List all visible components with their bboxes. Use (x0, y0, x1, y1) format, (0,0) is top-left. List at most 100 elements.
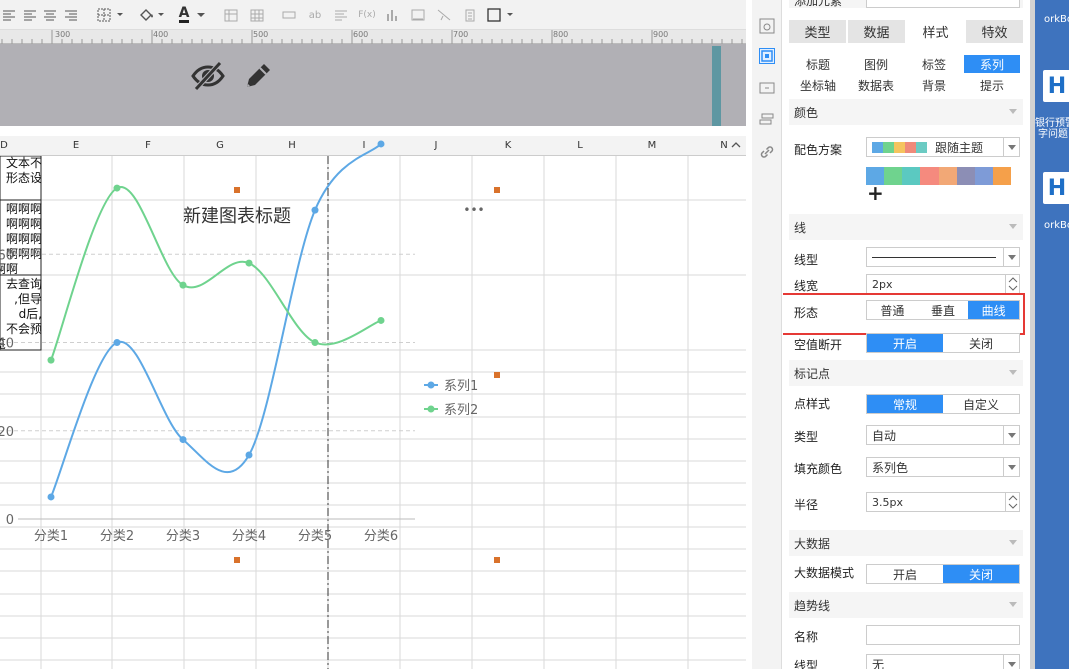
add-color-button[interactable]: + (867, 181, 884, 205)
list-icon[interactable] (462, 6, 478, 24)
section-big-data[interactable]: 大数据 (789, 530, 1023, 556)
line-width-stepper[interactable]: 2px (866, 274, 1020, 294)
big-data-on-option[interactable]: 开启 (867, 565, 943, 583)
palette-swatch[interactable] (920, 167, 939, 185)
shape-vertical-option[interactable]: 垂直 (918, 301, 969, 319)
tab-style[interactable]: 样式 (907, 20, 964, 43)
chart-title[interactable]: 新建图表标题 (183, 206, 291, 227)
subtab-axis[interactable]: 坐标轴 (790, 76, 846, 94)
workbook-file-icon[interactable]: H (1043, 172, 1069, 204)
add-element-field[interactable] (866, 0, 1020, 8)
palette-swatch[interactable] (938, 167, 957, 185)
series-point[interactable] (245, 259, 253, 267)
image-icon[interactable] (410, 6, 426, 24)
tab-effect[interactable]: 特效 (966, 20, 1023, 43)
tab-data[interactable]: 数据 (848, 20, 905, 43)
resize-handle[interactable] (234, 557, 240, 563)
series-point[interactable] (113, 339, 121, 346)
series-point[interactable] (113, 184, 121, 192)
stepper-arrows-icon[interactable] (1005, 493, 1019, 511)
trend-type-select[interactable]: 无 (866, 654, 1020, 669)
paragraph-icon[interactable] (333, 6, 349, 24)
hide-eye-icon[interactable] (190, 59, 226, 93)
series-point[interactable] (179, 436, 187, 444)
align-right-icon[interactable] (64, 6, 78, 24)
subtab-tooltip[interactable]: 提示 (964, 76, 1020, 94)
radius-stepper[interactable]: 3.5px (866, 492, 1020, 512)
formula-icon[interactable]: F(x) (357, 6, 377, 24)
link-icon[interactable] (759, 144, 775, 160)
line-type-select[interactable] (866, 247, 1020, 267)
big-data-off-option[interactable]: 关闭 (943, 565, 1019, 583)
point-style-normal-option[interactable]: 常规 (867, 395, 943, 413)
series-point[interactable] (179, 281, 187, 289)
shape-normal-option[interactable]: 普通 (867, 301, 918, 319)
legend-label[interactable]: 系列1 (444, 379, 478, 394)
fill-color-select[interactable]: 系列色 (866, 457, 1020, 477)
resize-handle[interactable] (234, 187, 240, 193)
palette-swatch[interactable] (902, 167, 921, 185)
desktop-icon-label: 字问题 (1038, 129, 1068, 140)
subtab-legend[interactable]: 图例 (848, 55, 904, 73)
font-color-icon[interactable]: A (176, 6, 210, 24)
merge-icon[interactable] (281, 6, 297, 24)
color-scheme-label: 配色方案 (794, 143, 843, 157)
marker-type-select[interactable]: 自动 (866, 425, 1020, 445)
line-chart[interactable]: 新建图表标题 ••• 0 20 40 60 分类1 分类2 分类3 分类4 分类5 分类6 系列1… (0, 136, 746, 669)
series-point[interactable] (311, 339, 319, 346)
palette-swatch[interactable] (974, 167, 993, 185)
color-scheme-select[interactable]: 跟随主题 (866, 137, 1020, 157)
fill-color-icon[interactable] (137, 6, 167, 24)
widget-settings-icon[interactable] (759, 18, 775, 34)
tab-type[interactable]: 类型 (789, 20, 846, 43)
scheme-swatch (894, 141, 905, 153)
frame-border-icon[interactable] (486, 6, 518, 24)
section-color[interactable]: 颜色 (789, 99, 1023, 125)
resize-handle[interactable] (494, 187, 500, 193)
palette-swatch[interactable] (884, 167, 903, 185)
subtab-label[interactable]: 标签 (906, 55, 962, 73)
stepper-arrows-icon[interactable] (1005, 275, 1019, 293)
align-center-icon[interactable] (43, 6, 57, 24)
shape-curve-option[interactable]: 曲线 (968, 301, 1020, 319)
point-style-custom-option[interactable]: 自定义 (943, 395, 1019, 413)
series-point[interactable] (245, 451, 253, 459)
panel-splitter[interactable] (712, 46, 721, 126)
subtab-datasheet[interactable]: 数据表 (848, 76, 904, 94)
resize-handle[interactable] (494, 557, 500, 563)
text-tool-icon[interactable]: ab (305, 6, 325, 24)
chart-more-menu[interactable]: ••• (463, 203, 484, 217)
series-point[interactable] (47, 356, 55, 364)
null-break-on-option[interactable]: 开启 (867, 334, 943, 352)
legend-label[interactable]: 系列2 (444, 403, 478, 418)
table-icon[interactable] (249, 6, 265, 24)
section-marker[interactable]: 标记点 (789, 360, 1023, 386)
edit-pencil-icon[interactable] (242, 59, 274, 91)
cell-icon[interactable] (223, 6, 239, 24)
layers-icon[interactable] (759, 112, 775, 128)
cell-element-icon[interactable] (759, 48, 775, 64)
subtab-title[interactable]: 标题 (790, 55, 846, 73)
series-point[interactable] (377, 140, 385, 148)
bar-chart-icon[interactable] (384, 6, 400, 24)
subtab-series[interactable]: 系列 (964, 55, 1020, 73)
slash-icon[interactable] (436, 6, 452, 24)
trend-name-input[interactable] (866, 625, 1020, 645)
null-break-off-option[interactable]: 关闭 (943, 334, 1019, 352)
align-left-icon[interactable] (2, 6, 16, 24)
section-trend-line[interactable]: 趋势线 (789, 592, 1023, 618)
series-point[interactable] (311, 206, 319, 214)
align-left-text-icon[interactable] (23, 6, 37, 24)
add-element-label: 添加元素 (794, 0, 843, 8)
x-tick-label: 分类6 (364, 529, 398, 544)
series-point[interactable] (377, 316, 385, 324)
subtab-background[interactable]: 背景 (906, 76, 962, 94)
resize-handle[interactable] (494, 372, 500, 378)
section-line[interactable]: 线 (789, 214, 1023, 240)
series-point[interactable] (47, 493, 55, 501)
palette-swatch[interactable] (956, 167, 975, 185)
workbook-file-icon[interactable]: H (1043, 70, 1069, 102)
component-icon[interactable] (759, 80, 775, 96)
palette-swatch[interactable] (992, 167, 1011, 185)
border-icon[interactable] (96, 6, 126, 24)
